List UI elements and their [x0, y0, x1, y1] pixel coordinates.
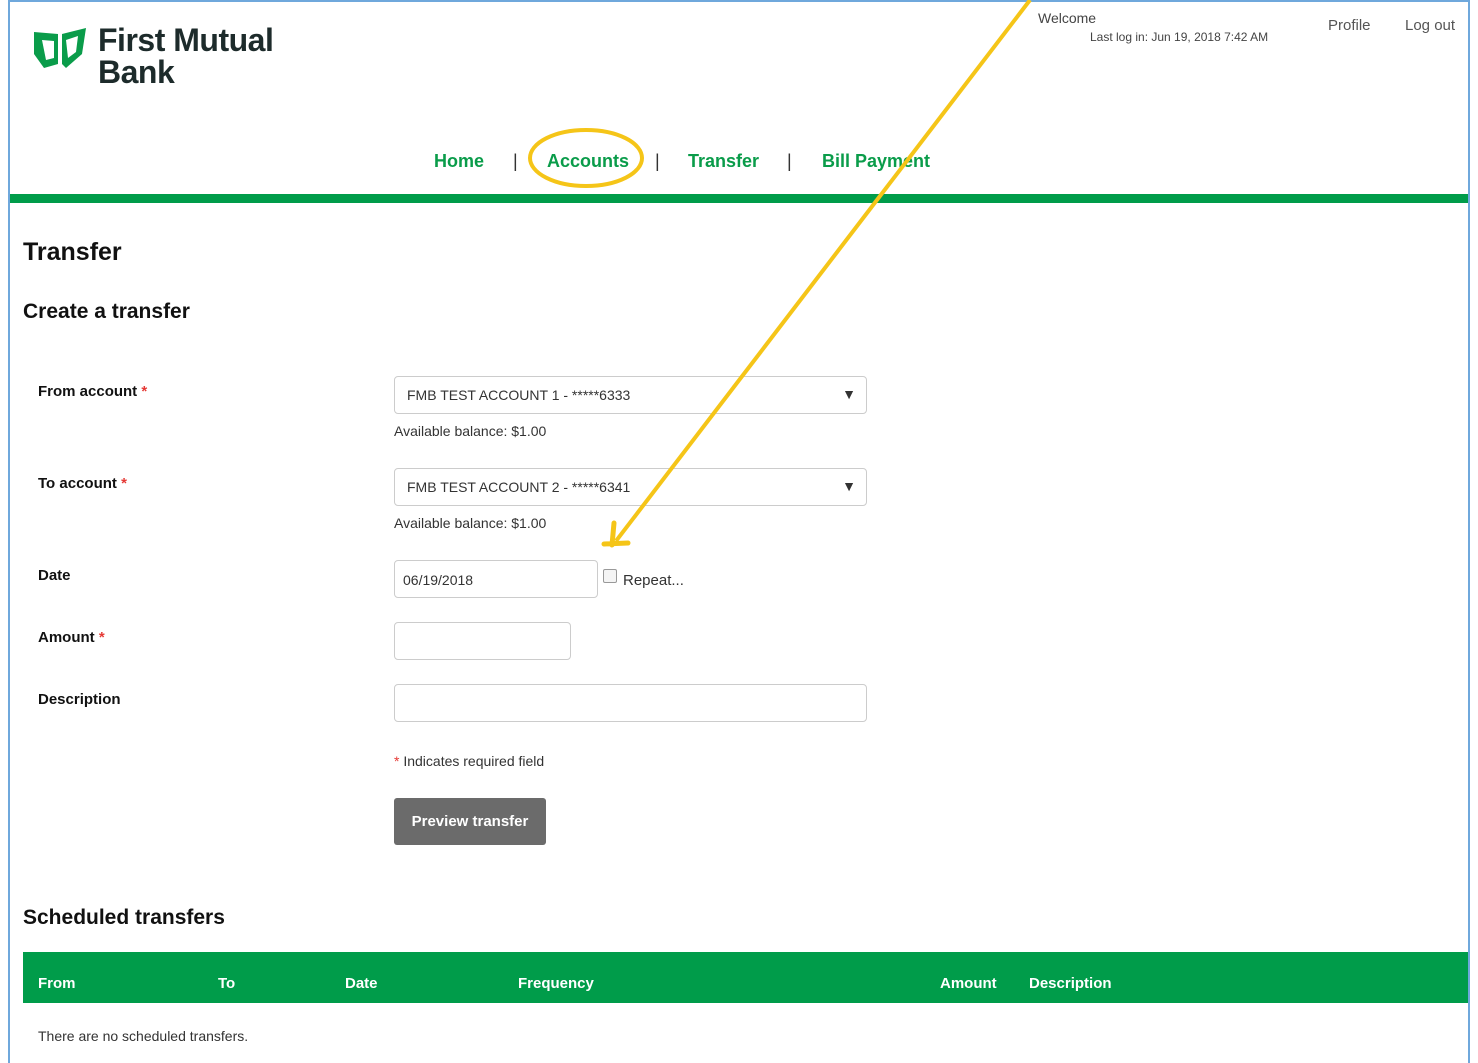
nav-home[interactable]: Home [434, 151, 484, 172]
required-marker: * [141, 383, 148, 400]
column-date: Date [345, 975, 378, 992]
required-field-note: * Indicates required field [394, 753, 544, 769]
column-to: To [218, 975, 236, 992]
column-amount: Amount [940, 975, 997, 992]
leaf-logo-icon [34, 28, 86, 68]
description-label: Description [38, 691, 121, 708]
column-frequency: Frequency [518, 975, 594, 992]
date-label: Date [38, 567, 71, 584]
required-marker: * [121, 475, 127, 492]
date-input[interactable]: 06/19/2018 [394, 560, 598, 598]
logout-link[interactable]: Log out [1405, 17, 1455, 34]
nav-transfer[interactable]: Transfer [688, 151, 759, 172]
required-marker: * [98, 629, 105, 646]
description-input[interactable] [394, 684, 867, 722]
to-account-label: To account * [38, 475, 127, 492]
bank-name-line2: Bank [98, 54, 175, 90]
nav-separator: | [655, 151, 660, 171]
scheduled-table-header: From To Date Frequency Amount Descriptio… [23, 952, 1468, 1003]
from-account-label-text: From account [38, 383, 138, 400]
repeat-label[interactable]: Repeat... [623, 572, 684, 589]
amount-label: Amount * [38, 629, 105, 646]
form-title: Create a transfer [23, 300, 190, 323]
column-description: Description [1029, 975, 1112, 992]
from-account-label: From account * [38, 383, 147, 400]
profile-link[interactable]: Profile [1328, 17, 1371, 34]
bank-name-line1: First Mutual [98, 22, 274, 58]
column-from: From [38, 975, 76, 992]
to-available-balance: Available balance: $1.00 [394, 515, 547, 531]
from-account-select[interactable]: FMB TEST ACCOUNT 1 - *****6333 ▼ [394, 376, 867, 414]
welcome-text: Welcome [1038, 10, 1097, 26]
to-account-label-text: To account [38, 475, 117, 492]
page-title: Transfer [23, 238, 122, 266]
from-available-balance: Available balance: $1.00 [394, 423, 547, 439]
from-account-value: FMB TEST ACCOUNT 1 - *****6333 [407, 387, 631, 403]
last-login-text: Last log in: Jun 19, 2018 7:42 AM [1090, 30, 1269, 44]
nav-divider-bar [10, 194, 1468, 203]
nav-accounts[interactable]: Accounts [547, 151, 629, 172]
required-note-text: Indicates required field [403, 753, 545, 769]
repeat-checkbox[interactable] [603, 569, 617, 583]
amount-label-text: Amount [38, 629, 95, 646]
nav-bill-payment[interactable]: Bill Payment [822, 151, 930, 172]
bank-logo[interactable]: First Mutual Bank [30, 22, 274, 90]
dropdown-caret-icon: ▼ [842, 386, 856, 402]
preview-transfer-button[interactable]: Preview transfer [394, 798, 546, 845]
dropdown-caret-icon: ▼ [842, 478, 856, 494]
no-scheduled-transfers-message: There are no scheduled transfers. [38, 1028, 249, 1044]
amount-input[interactable] [394, 622, 571, 660]
to-account-value: FMB TEST ACCOUNT 2 - *****6341 [407, 479, 631, 495]
bank-name: First Mutual Bank [98, 22, 274, 90]
required-marker: * [394, 753, 400, 769]
nav-separator: | [787, 151, 792, 171]
scheduled-transfers-title: Scheduled transfers [23, 906, 225, 929]
nav-separator: | [513, 151, 518, 171]
to-account-select[interactable]: FMB TEST ACCOUNT 2 - *****6341 ▼ [394, 468, 867, 506]
